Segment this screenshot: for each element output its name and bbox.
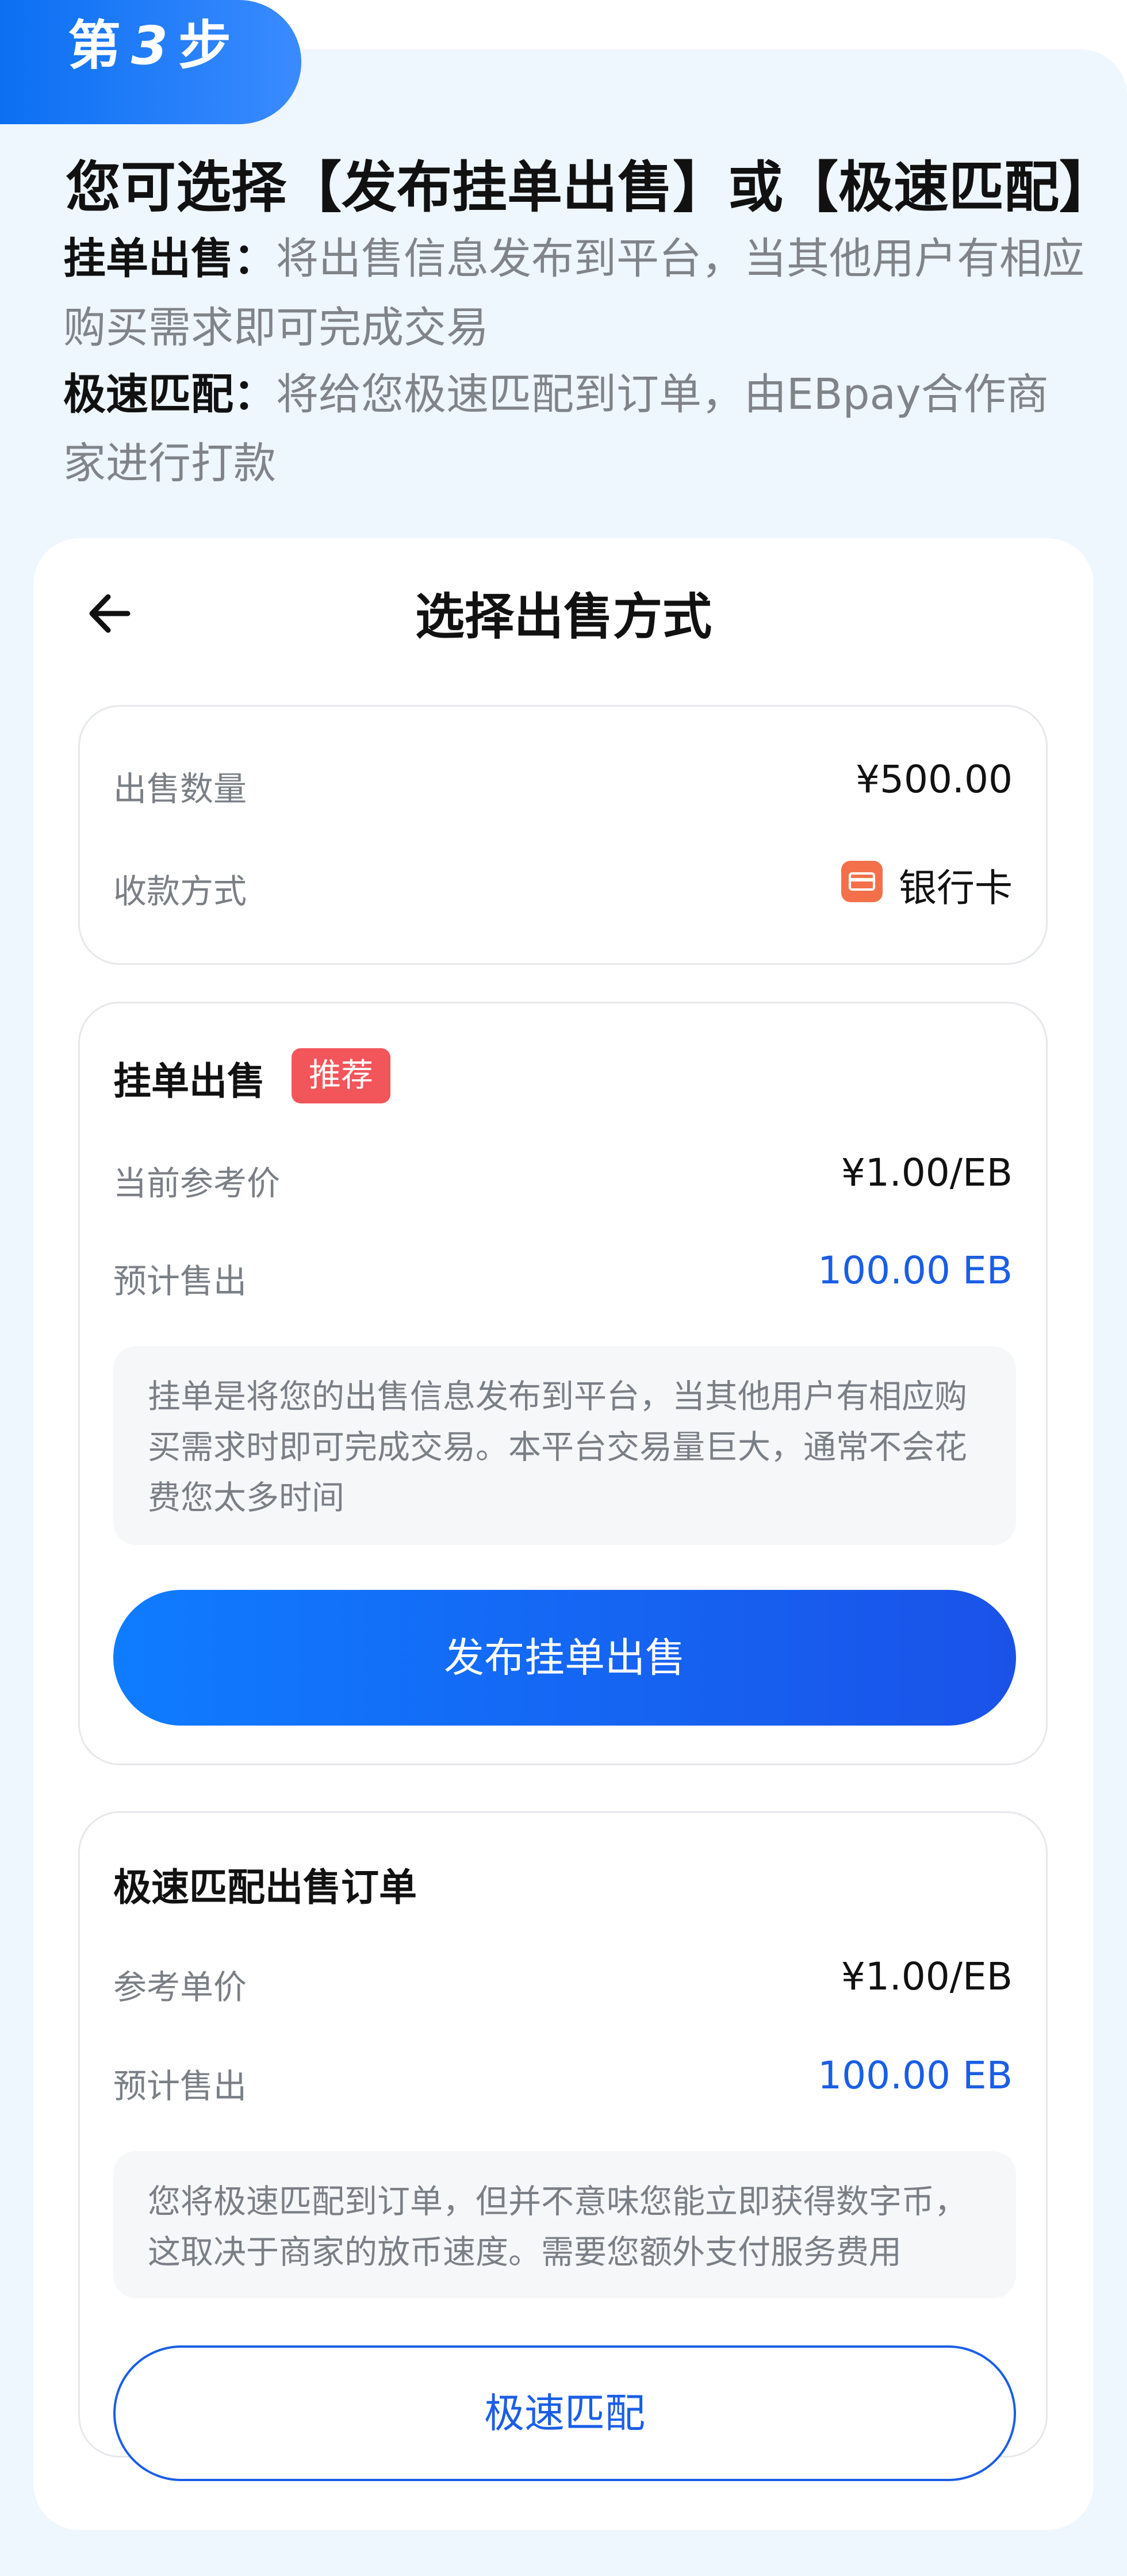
intro-quick-term: 极速匹配：	[63, 370, 276, 419]
quick-match-button[interactable]: 极速匹配	[113, 2345, 1016, 2481]
bank-card-icon	[841, 861, 883, 902]
method-value: 银行卡	[899, 866, 1013, 910]
intro-listing: 挂单出售：将出售信息发布到平台，当其他用户有相应购买需求即可完成交易	[63, 224, 1087, 362]
payment-method[interactable]: 银行卡	[841, 857, 1013, 913]
quick-est-value: 100.00 EB	[818, 2053, 1013, 2098]
method-label: 收款方式	[113, 872, 247, 911]
listing-price-label: 当前参考价	[113, 1164, 281, 1203]
screen-title: 选择出售方式	[415, 588, 712, 646]
quick-title: 极速匹配出售订单	[113, 1865, 417, 1910]
quick-price-value: ¥1.00/EB	[841, 1954, 1013, 1999]
step-badge: 第3步	[0, 0, 301, 124]
quick-match-panel: 极速匹配出售订单 参考单价 ¥1.00/EB 预计售出 100.00 EB 您将…	[78, 1811, 1048, 2481]
quick-note: 您将极速匹配到订单，但并不意味您能立即获得数字币，这取决于商家的放币速度。需要您…	[113, 2151, 1016, 2298]
listing-note: 挂单是将您的出售信息发布到平台，当其他用户有相应购买需求时即可完成交易。本平台交…	[113, 1346, 1016, 1545]
amount-value: ¥500.00	[856, 757, 1013, 802]
quick-est-label: 预计售出	[113, 2067, 247, 2106]
recommend-tag: 推荐	[292, 1048, 390, 1103]
publish-listing-button[interactable]: 发布挂单出售	[113, 1590, 1016, 1726]
intro-listing-term: 挂单出售：	[63, 234, 276, 283]
listing-title: 挂单出售	[113, 1059, 265, 1103]
step-prefix: 第	[68, 15, 121, 76]
listing-price-value: ¥1.00/EB	[841, 1151, 1013, 1195]
step-number: 3	[131, 15, 168, 76]
headline: 您可选择【发布挂单出售】或【极速匹配】	[66, 155, 1114, 220]
listing-est-value: 100.00 EB	[818, 1248, 1013, 1293]
summary-panel: 出售数量 ¥500.00 收款方式 银行卡	[78, 705, 1048, 965]
phone-screen: 选择出售方式 出售数量 ¥500.00 收款方式 银行卡 挂单出售 推荐 当前参…	[33, 538, 1094, 2530]
intro-quick: 极速匹配：将给您极速匹配到订单，由EBpay合作商家进行打款	[63, 360, 1087, 498]
quick-price-label: 参考单价	[113, 1968, 247, 2007]
listing-est-label: 预计售出	[113, 1262, 247, 1301]
amount-label: 出售数量	[113, 769, 247, 808]
listing-panel: 挂单出售 推荐 当前参考价 ¥1.00/EB 预计售出 100.00 EB 挂单…	[78, 1002, 1048, 1765]
step-suffix: 步	[178, 15, 232, 76]
